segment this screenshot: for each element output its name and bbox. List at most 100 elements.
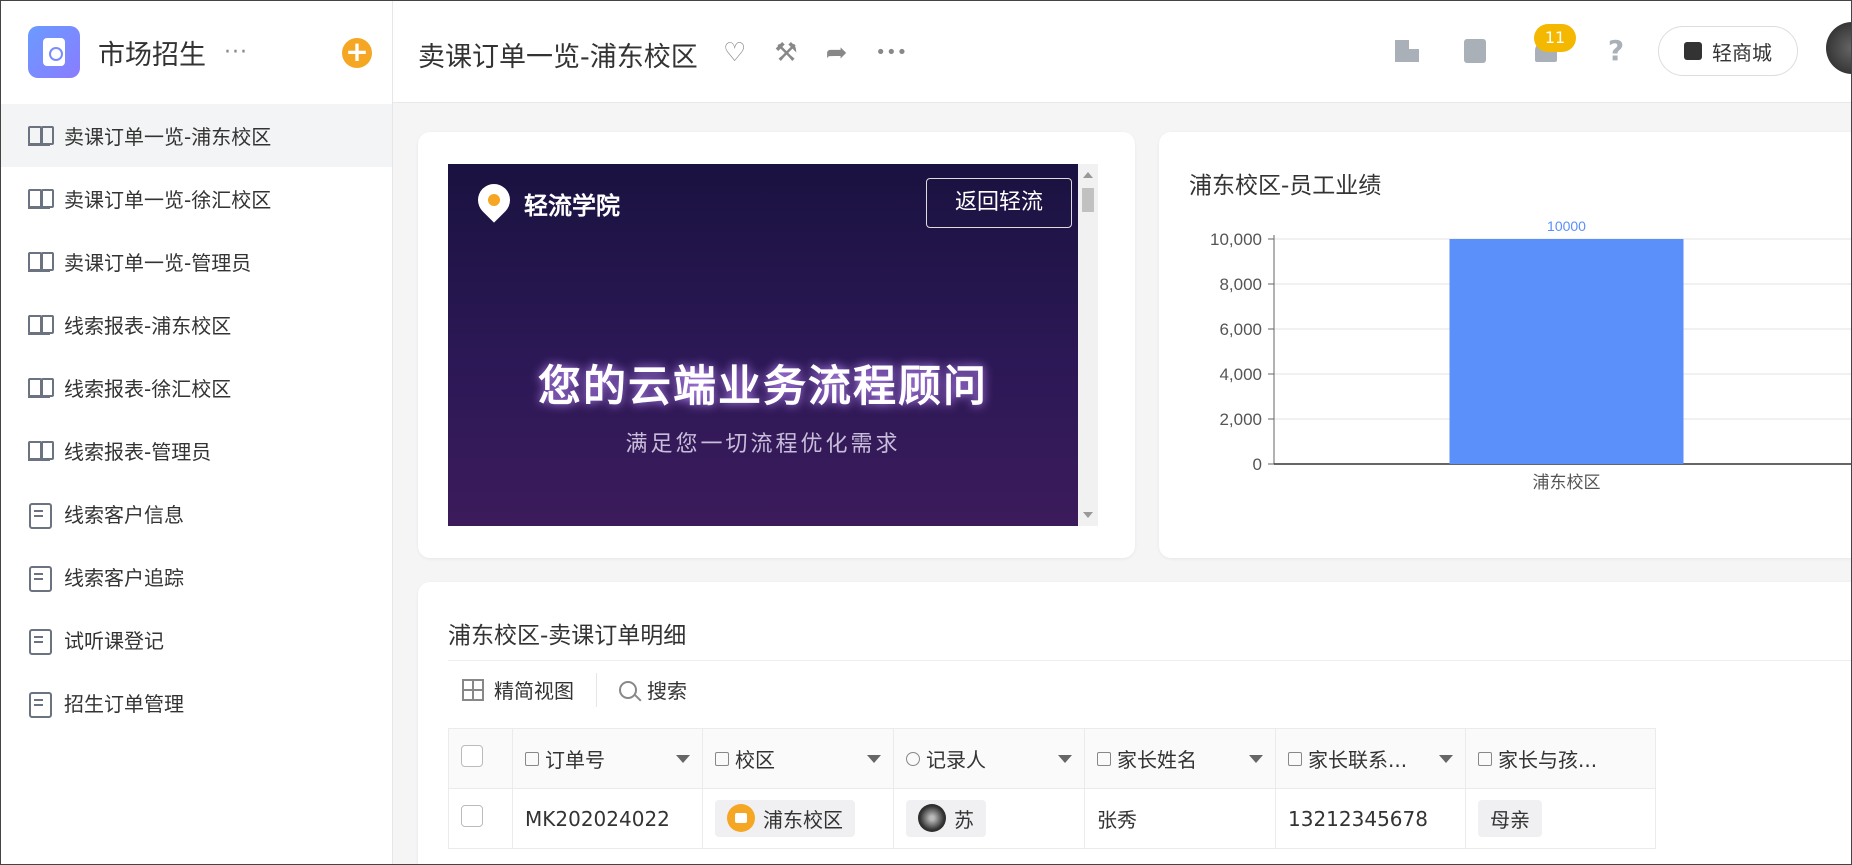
banner-scrollbar[interactable] [1078, 164, 1098, 526]
search-label: 搜索 [647, 679, 687, 703]
sidebar-item-order-xuhui[interactable]: 卖课订单一览-徐汇校区 [0, 167, 392, 230]
relation-cell: 母亲 [1465, 788, 1656, 849]
banner-subline: 满足您一切流程优化需求 [625, 432, 901, 457]
shop-button-label: 轻商城 [1712, 40, 1772, 65]
app-more-icon[interactable]: ··· [224, 40, 248, 65]
form-icon [28, 502, 52, 529]
user-field-icon [906, 751, 920, 766]
sidebar-item-label: 线索报表-徐汇校区 [64, 377, 232, 401]
sidebar-item-lead-pudong[interactable]: 线索报表-浦东校区 [0, 293, 392, 356]
scroll-up-icon [1083, 172, 1093, 178]
sidebar-item-order-pudong[interactable]: 卖课订单一览-浦东校区 [0, 104, 392, 167]
sidebar-item-lead-admin[interactable]: 线索报表-管理员 [0, 419, 392, 482]
chevron-down-icon [1439, 754, 1453, 763]
x-tick-label: 浦东校区 [1533, 473, 1601, 492]
table-card: 浦东校区-卖课订单明细 精简视图 搜索 订单号 校区 记录人 家长姓名 家长联系… [418, 582, 1852, 865]
row-checkbox[interactable] [461, 805, 483, 827]
favorite-icon[interactable]: ♡ [723, 38, 746, 68]
share-icon[interactable]: ➦ [826, 38, 848, 68]
avatar [918, 804, 946, 833]
sidebar-nav: 卖课订单一览-浦东校区 卖课订单一览-徐汇校区 卖课订单一览-管理员 线索报表-… [0, 104, 392, 734]
shop-button[interactable]: 轻商城 [1658, 26, 1798, 76]
building-icon[interactable] [1389, 34, 1423, 68]
brand-name: 轻流学院 [524, 191, 620, 220]
phone-field-icon [1288, 751, 1302, 766]
top-bar: 卖课订单一览-浦东校区 ♡ ⚒ ➦ ••• ? [393, 0, 1852, 103]
briefcase-icon [727, 804, 755, 833]
more-icon[interactable]: ••• [875, 38, 907, 68]
table-title: 浦东校区-卖课订单明细 [448, 623, 687, 649]
report-icon [28, 188, 54, 210]
brand-logo-icon [478, 184, 510, 222]
chevron-down-icon [1058, 754, 1072, 763]
y-tick-label: 2,000 [1219, 410, 1262, 429]
data-label: 10000 [1547, 218, 1586, 234]
sidebar-item-trial-class[interactable]: 试听课登记 [0, 608, 392, 671]
puzzle-icon [1684, 42, 1702, 60]
sidebar-item-lead-info[interactable]: 线索客户信息 [0, 482, 392, 545]
sidebar-item-label: 卖课订单一览-徐汇校区 [64, 188, 272, 212]
column-header[interactable]: 订单号 [512, 728, 703, 789]
sidebar-item-label: 试听课登记 [64, 629, 164, 653]
y-tick-label: 8,000 [1219, 275, 1262, 294]
chart-card: 浦东校区-员工业绩 0 2,000 4,000 6,000 8,000 10,000 100… [1159, 132, 1852, 558]
report-icon [28, 440, 54, 462]
header-right-icons: ? [1389, 34, 1633, 68]
sidebar-item-label: 线索客户信息 [64, 503, 184, 527]
sidebar-item-lead-xuhui[interactable]: 线索报表-徐汇校区 [0, 356, 392, 419]
wrench-icon[interactable]: ⚒ [774, 38, 797, 68]
column-header[interactable]: 校区 [702, 728, 894, 789]
app-title: 市场招生 [98, 39, 206, 71]
y-tick-label: 0 [1253, 455, 1262, 474]
title-actions: ♡ ⚒ ➦ ••• [723, 38, 907, 68]
report-icon [28, 125, 54, 147]
view-toggle-label: 精简视图 [494, 679, 574, 703]
sidebar-item-enroll-orders[interactable]: 招生订单管理 [0, 671, 392, 734]
column-header[interactable]: 家长与孩... [1465, 728, 1656, 789]
order-number-cell: MK202024022 [512, 788, 703, 849]
campus-cell: 浦东校区 [702, 788, 894, 849]
banner-frame: 轻流学院 返回轻流 您的云端业务流程顾问 满足您一切流程优化需求 [448, 164, 1078, 526]
phone-cell: 13212345678 [1275, 788, 1466, 849]
contacts-icon[interactable] [1459, 34, 1493, 68]
campus-tag: 浦东校区 [715, 799, 855, 837]
form-icon [28, 565, 52, 592]
sidebar-item-order-admin[interactable]: 卖课订单一览-管理员 [0, 230, 392, 293]
view-toggle[interactable]: 精简视图 [462, 675, 574, 704]
y-tick-label: 10,000 [1210, 230, 1262, 249]
sidebar-item-label: 线索报表-浦东校区 [64, 314, 232, 338]
table-header-row: 订单号 校区 记录人 家长姓名 家长联系... 家长与孩... [448, 728, 1656, 789]
chevron-down-icon [867, 754, 881, 763]
sidebar-item-lead-tracking[interactable]: 线索客户追踪 [0, 545, 392, 608]
table-row[interactable]: MK202024022 浦东校区 苏 张秀 13212345678 母亲 [448, 788, 1656, 849]
order-table: 订单号 校区 记录人 家长姓名 家长联系... 家长与孩... MK202024… [448, 728, 1656, 849]
chevron-down-icon [1249, 754, 1263, 763]
select-field-icon [1478, 751, 1492, 766]
select-all-checkbox[interactable] [461, 745, 483, 767]
scroll-thumb [1082, 188, 1094, 212]
column-header[interactable]: 家长姓名 [1084, 728, 1276, 789]
add-button[interactable]: + [342, 38, 372, 68]
relation-tag: 母亲 [1478, 800, 1542, 837]
recorder-tag: 苏 [906, 799, 986, 837]
form-icon [28, 628, 52, 655]
help-icon[interactable]: ? [1599, 34, 1633, 68]
report-icon [28, 314, 54, 336]
recorder-cell: 苏 [893, 788, 1085, 849]
sidebar: 市场招生 ··· + 卖课订单一览-浦东校区 卖课订单一览-徐汇校区 卖课订单一… [0, 0, 393, 865]
search-icon [619, 680, 637, 699]
app-header: 市场招生 ··· + [0, 0, 392, 104]
y-tick-label: 6,000 [1219, 320, 1262, 339]
back-button[interactable]: 返回轻流 [926, 178, 1072, 228]
table-toolbar: 精简视图 搜索 [448, 660, 1852, 718]
text-field-icon [1097, 751, 1111, 766]
select-all-cell [448, 728, 513, 789]
column-header[interactable]: 记录人 [893, 728, 1085, 789]
app-icon[interactable] [28, 26, 80, 78]
form-icon [28, 691, 52, 718]
notification-badge: 11 [1534, 24, 1576, 52]
search-button[interactable]: 搜索 [619, 675, 687, 704]
column-header[interactable]: 家长联系... [1275, 728, 1466, 789]
scroll-down-icon [1083, 512, 1093, 518]
sidebar-item-label: 线索报表-管理员 [64, 440, 212, 464]
